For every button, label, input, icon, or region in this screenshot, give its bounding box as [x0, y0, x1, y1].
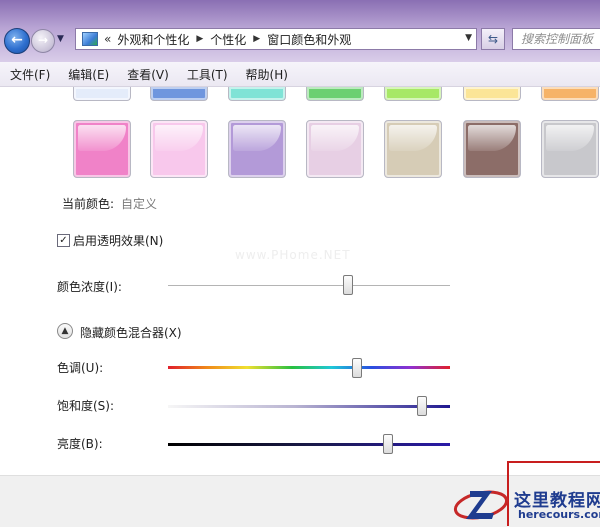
color-swatch[interactable] — [228, 120, 286, 178]
menu-help[interactable]: 帮助(H) — [246, 66, 288, 83]
checkmark-icon: ✓ — [59, 235, 68, 246]
menu-bar: 文件(F) 编辑(E) 查看(V) 工具(T) 帮助(H) — [0, 62, 600, 87]
color-swatch[interactable] — [228, 87, 286, 101]
color-swatch[interactable] — [541, 120, 599, 178]
swatch-gloss — [233, 125, 281, 151]
breadcrumb-window-color[interactable]: 窗口颜色和外观 — [267, 31, 351, 48]
address-dropdown-icon[interactable]: ▼ — [465, 33, 472, 43]
brightness-label: 亮度(B): — [57, 437, 103, 451]
color-swatch[interactable] — [150, 120, 208, 178]
swatch-gloss — [311, 125, 359, 151]
color-swatch[interactable] — [306, 87, 364, 101]
breadcrumb-appearance[interactable]: 外观和个性化 — [117, 31, 189, 48]
search-input[interactable]: 搜索控制面板 — [512, 28, 600, 50]
back-button[interactable]: ← — [4, 28, 30, 54]
window-color-panel: 当前颜色: 自定义 ✓ 启用透明效果(N) www.PHome.NET 颜色浓度… — [0, 87, 600, 475]
chevron-right-icon[interactable]: ▶ — [196, 34, 203, 44]
menu-tools[interactable]: 工具(T) — [187, 66, 228, 83]
chevron-right-icon[interactable]: ▶ — [253, 34, 260, 44]
intensity-slider-track[interactable] — [168, 285, 450, 286]
swatch-gloss — [78, 125, 126, 151]
menu-view[interactable]: 查看(V) — [127, 66, 169, 83]
intensity-label: 颜色浓度(I): — [57, 280, 122, 294]
swatch-gloss — [155, 125, 203, 151]
intensity-slider-thumb[interactable] — [343, 275, 354, 295]
recent-pages-dropdown[interactable]: ▼ — [57, 34, 67, 44]
mixer-toggle-label[interactable]: 隐藏颜色混合器(X) — [80, 324, 182, 341]
color-swatch[interactable] — [73, 120, 131, 178]
chevron-down-icon: ▼ — [57, 34, 64, 44]
saturation-slider-track[interactable] — [168, 405, 450, 408]
color-swatch[interactable] — [541, 87, 599, 101]
arrow-right-icon: → — [37, 33, 49, 47]
refresh-icon: ⇆ — [487, 32, 499, 46]
color-swatch[interactable] — [384, 87, 442, 101]
saturation-slider-thumb[interactable] — [416, 396, 427, 416]
current-color-value: 自定义 — [121, 197, 158, 211]
color-swatch[interactable] — [384, 120, 442, 178]
watermark: www.PHome.NET — [235, 248, 351, 262]
forward-button[interactable]: → — [31, 29, 55, 53]
brightness-slider-thumb[interactable] — [382, 434, 393, 454]
address-bar[interactable]: « 外观和个性化 ▶ 个性化 ▶ 窗口颜色和外观 ▼ — [75, 28, 477, 50]
swatch-gloss — [468, 125, 516, 151]
color-swatch[interactable] — [306, 120, 364, 178]
brightness-slider-track[interactable] — [168, 443, 450, 446]
saturation-label: 饱和度(S): — [57, 399, 115, 413]
swatch-gloss — [389, 125, 437, 151]
swatch-gloss — [546, 125, 594, 151]
current-color-label: 当前颜色: — [62, 197, 115, 211]
hue-label: 色调(U): — [57, 361, 104, 375]
site-logo-icon — [453, 490, 509, 520]
color-swatch[interactable] — [463, 120, 521, 178]
site-logo-url: herecours.com — [518, 508, 600, 521]
hue-slider-track[interactable] — [168, 366, 450, 369]
transparency-label[interactable]: 启用透明效果(N) — [73, 232, 163, 249]
refresh-button[interactable]: ⇆ — [481, 28, 505, 50]
chevron-up-icon: ▲ — [61, 326, 69, 336]
hue-slider-thumb[interactable] — [351, 358, 362, 378]
breadcrumb-personalization[interactable]: 个性化 — [210, 31, 246, 48]
breadcrumb-overflow[interactable]: « — [104, 32, 111, 46]
color-swatch[interactable] — [463, 87, 521, 101]
control-panel-icon — [82, 32, 98, 46]
collapse-mixer-button[interactable]: ▲ — [57, 323, 73, 339]
arrow-left-icon: ← — [11, 32, 23, 48]
color-swatch[interactable] — [73, 87, 131, 101]
menu-edit[interactable]: 编辑(E) — [68, 66, 109, 83]
title-bar: ← → ▼ « 外观和个性化 ▶ 个性化 ▶ 窗口颜色和外观 ▼ ⇆ 搜索控制面… — [0, 0, 600, 62]
color-swatch[interactable] — [150, 87, 208, 101]
menu-file[interactable]: 文件(F) — [10, 66, 50, 83]
transparency-checkbox[interactable]: ✓ — [57, 234, 70, 247]
